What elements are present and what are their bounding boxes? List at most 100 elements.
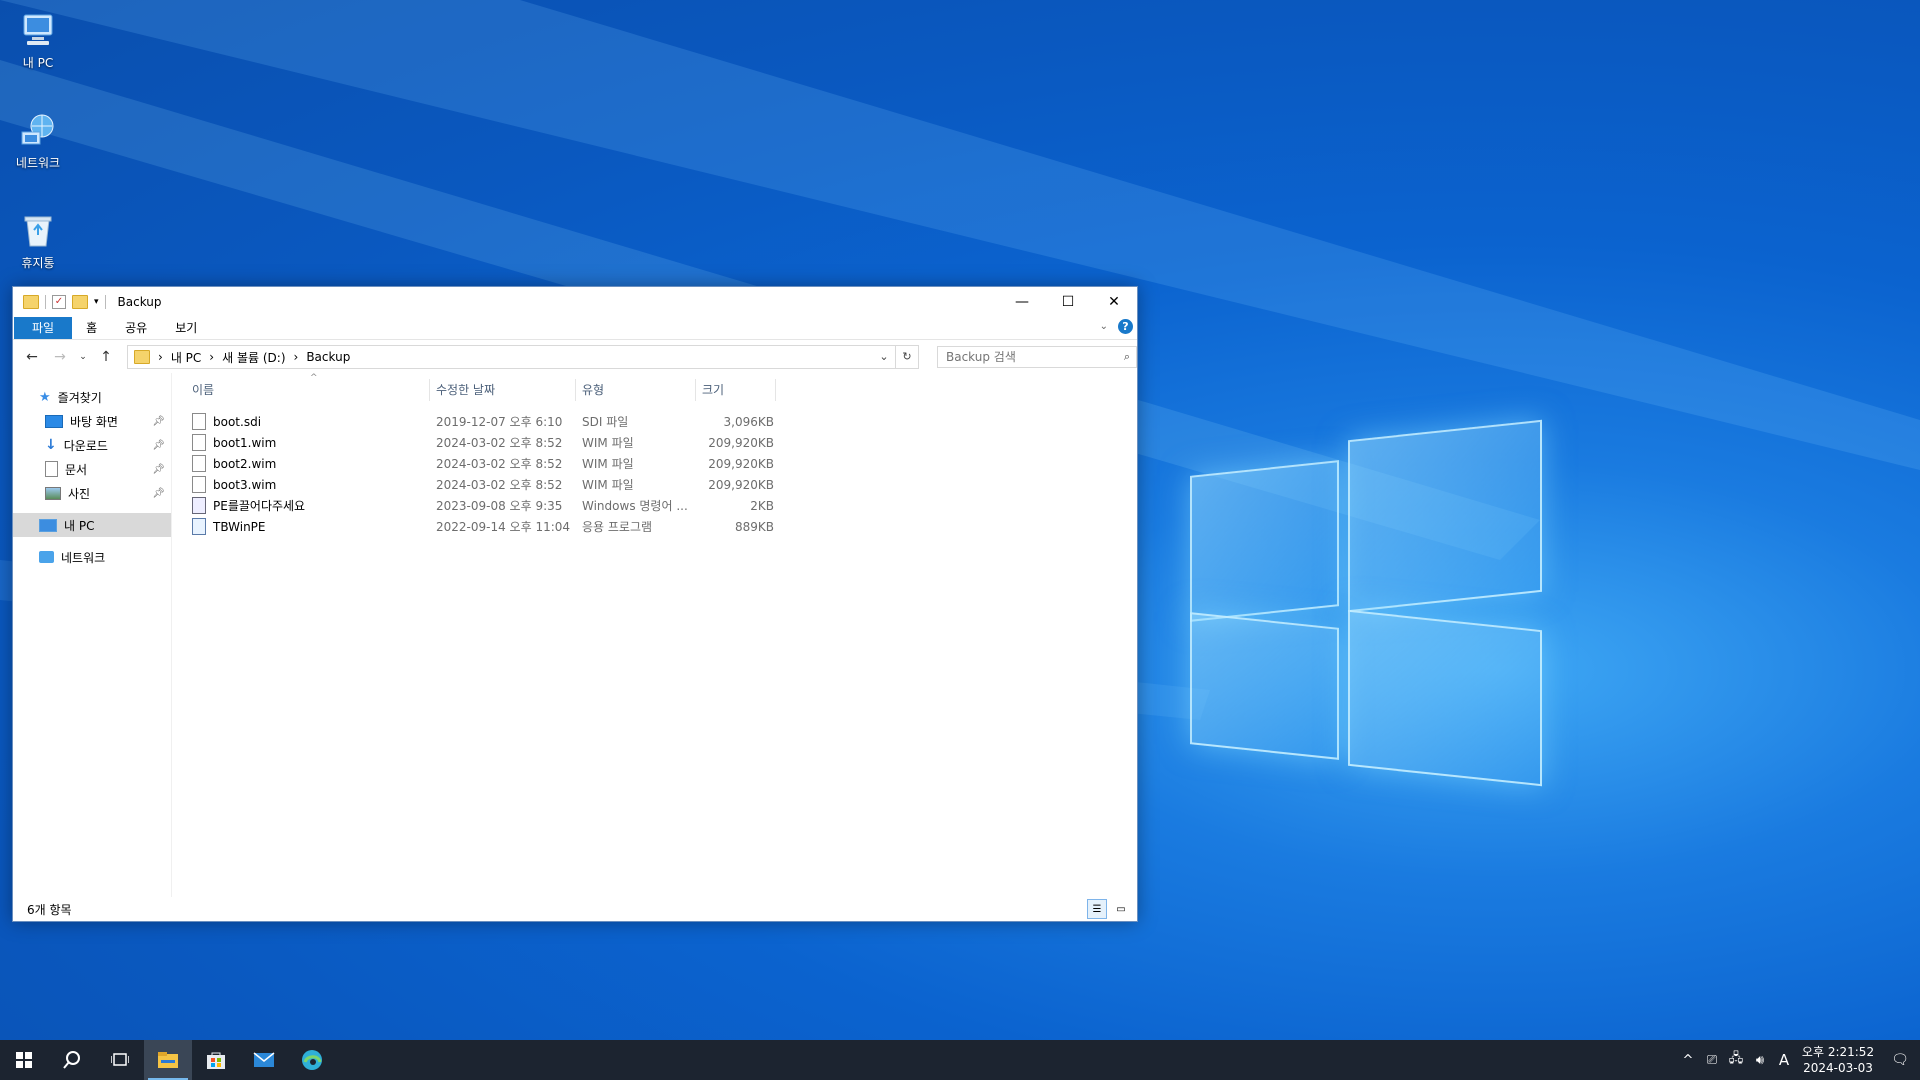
- maximize-button[interactable]: ☐: [1045, 287, 1091, 317]
- mail-icon: [253, 1052, 275, 1067]
- expand-ribbon-icon[interactable]: ⌄: [1100, 321, 1108, 332]
- file-type: 응용 프로그램: [582, 520, 653, 534]
- sidebar-item-quick-access[interactable]: ★ 즐겨찾기: [13, 385, 171, 409]
- help-icon[interactable]: ?: [1118, 319, 1133, 334]
- properties-icon[interactable]: ✓: [52, 295, 66, 309]
- close-button[interactable]: ✕: [1091, 287, 1137, 317]
- desktop-icon-this-pc[interactable]: 내 PC: [10, 10, 66, 71]
- file-row[interactable]: boot.sdi 2019-12-07 오후 6:10 SDI 파일 3,096…: [172, 411, 1137, 432]
- file-icon: [192, 434, 206, 451]
- volume-icon[interactable]: 🔊︎: [1748, 1053, 1772, 1068]
- minimize-button[interactable]: —: [999, 287, 1045, 317]
- taskbar-mail[interactable]: [240, 1040, 288, 1080]
- taskbar-store[interactable]: [192, 1040, 240, 1080]
- pin-icon[interactable]: 📌︎: [152, 488, 165, 499]
- input-method-indicator[interactable]: A: [1772, 1051, 1796, 1069]
- device-icon[interactable]: ⎚: [1700, 1053, 1724, 1068]
- file-date: 2022-09-14 오후 11:04: [436, 520, 571, 534]
- sidebar-item-network[interactable]: 네트워크: [13, 545, 171, 569]
- column-header-date[interactable]: 수정한 날짜: [430, 379, 576, 401]
- folder-icon: [23, 295, 39, 309]
- sidebar-item-downloads[interactable]: ↓ 다운로드 📌︎: [13, 433, 171, 457]
- file-type: WIM 파일: [582, 436, 634, 450]
- breadcrumb-item[interactable]: 새 볼륨 (D:): [222, 349, 285, 366]
- column-header-type[interactable]: 유형: [576, 379, 696, 401]
- column-header-name[interactable]: 이름: [172, 379, 430, 401]
- search-button[interactable]: [48, 1040, 96, 1080]
- task-view-button[interactable]: [96, 1040, 144, 1080]
- pin-icon[interactable]: 📌︎: [152, 416, 165, 427]
- tab-view[interactable]: 보기: [161, 317, 211, 339]
- windows-start-icon: [16, 1052, 32, 1068]
- search-icon[interactable]: ⌕: [1124, 350, 1130, 364]
- chevron-up-icon[interactable]: ^: [1676, 1053, 1700, 1068]
- clock-date: 2024-03-03: [1803, 1061, 1873, 1075]
- file-size: 3,096KB: [723, 414, 774, 429]
- pin-icon[interactable]: 📌︎: [152, 440, 165, 451]
- file-row[interactable]: PE를끌어다주세요 2023-09-08 오후 9:35 Windows 명령어…: [172, 495, 1137, 516]
- sort-ascending-icon: ^: [310, 373, 318, 383]
- pin-icon[interactable]: 📌︎: [152, 464, 165, 475]
- tab-share[interactable]: 공유: [111, 317, 161, 339]
- quick-access-dropdown-icon[interactable]: ▾: [94, 297, 99, 307]
- file-type: WIM 파일: [582, 478, 634, 492]
- large-icons-view-icon[interactable]: ▭: [1111, 899, 1131, 919]
- search-input[interactable]: [944, 349, 1108, 365]
- pictures-icon: [45, 486, 61, 500]
- address-bar[interactable]: › 내 PC › 새 볼륨 (D:) › Backup ⌄ ↻: [127, 345, 919, 369]
- sidebar-item-this-pc[interactable]: 내 PC: [13, 513, 171, 537]
- chevron-right-icon[interactable]: ›: [209, 350, 214, 364]
- sidebar-item-label: 문서: [65, 462, 88, 477]
- sidebar-item-pictures[interactable]: 사진 📌︎: [13, 481, 171, 505]
- details-view-icon[interactable]: ☰: [1087, 899, 1107, 919]
- column-header-size[interactable]: 크기: [696, 379, 776, 401]
- taskbar-file-explorer[interactable]: [144, 1040, 192, 1080]
- ribbon-tabs: 파일 홈 공유 보기 ⌄ ?: [13, 317, 1137, 340]
- recent-locations-icon[interactable]: ⌄: [77, 352, 89, 362]
- file-size: 2KB: [750, 498, 774, 513]
- sidebar-item-label: 내 PC: [64, 518, 95, 533]
- forward-arrow-icon[interactable]: →: [49, 349, 71, 365]
- taskbar: ^ ⎚ 🖧︎ 🔊︎ A 오후 2:21:52 2024-03-03 🗨︎: [0, 1040, 1920, 1080]
- file-row[interactable]: boot1.wim 2024-03-02 오후 8:52 WIM 파일 209,…: [172, 432, 1137, 453]
- documents-icon: [45, 461, 58, 477]
- breadcrumb-item[interactable]: 내 PC: [171, 349, 201, 366]
- desktop-icon-recycle-bin[interactable]: 휴지통: [10, 210, 66, 271]
- tab-file[interactable]: 파일: [14, 317, 73, 339]
- file-row[interactable]: boot3.wim 2024-03-02 오후 8:52 WIM 파일 209,…: [172, 474, 1137, 495]
- store-icon: [207, 1052, 225, 1069]
- file-name: TBWinPE: [213, 519, 266, 534]
- sidebar-item-documents[interactable]: 문서 📌︎: [13, 457, 171, 481]
- command-file-icon: [192, 497, 206, 514]
- chevron-right-icon[interactable]: ›: [294, 350, 299, 364]
- sidebar-item-label: 사진: [68, 486, 91, 501]
- system-tray: ^ ⎚ 🖧︎ 🔊︎ A 오후 2:21:52 2024-03-03 🗨︎: [1676, 1040, 1920, 1080]
- sidebar-item-desktop[interactable]: 바탕 화면 📌︎: [13, 409, 171, 433]
- title-bar[interactable]: ✓ ▾ Backup — ☐ ✕: [13, 287, 1137, 317]
- refresh-icon[interactable]: ↻: [895, 346, 918, 368]
- address-dropdown-icon[interactable]: ⌄: [873, 346, 895, 368]
- folder-icon: [134, 350, 150, 364]
- status-bar: 6개 항목 ☰ ▭: [13, 897, 1137, 921]
- file-row[interactable]: boot2.wim 2024-03-02 오후 8:52 WIM 파일 209,…: [172, 453, 1137, 474]
- desktop-icon-network[interactable]: 네트워크: [10, 110, 66, 171]
- file-date: 2019-12-07 오후 6:10: [436, 415, 563, 429]
- clock[interactable]: 오후 2:21:52 2024-03-03: [1796, 1044, 1880, 1076]
- network-status-icon[interactable]: 🖧︎: [1724, 1049, 1748, 1071]
- file-date: 2024-03-02 오후 8:52: [436, 478, 563, 492]
- sidebar-item-label: 다운로드: [63, 438, 108, 453]
- breadcrumb-item[interactable]: Backup: [306, 350, 350, 364]
- search-box[interactable]: ⌕: [937, 346, 1137, 368]
- new-folder-icon[interactable]: [72, 295, 88, 309]
- tab-home[interactable]: 홈: [72, 317, 111, 339]
- back-arrow-icon[interactable]: ←: [21, 349, 43, 365]
- notifications-icon[interactable]: 🗨︎: [1880, 1052, 1920, 1068]
- up-arrow-icon[interactable]: ↑: [95, 349, 117, 365]
- file-row[interactable]: TBWinPE 2022-09-14 오후 11:04 응용 프로그램 889K…: [172, 516, 1137, 537]
- file-size: 209,920KB: [708, 456, 774, 471]
- chevron-right-icon[interactable]: ›: [158, 350, 163, 364]
- application-icon: [192, 518, 206, 535]
- start-button[interactable]: [0, 1040, 48, 1080]
- navigation-bar: ← → ⌄ ↑ › 내 PC › 새 볼륨 (D:) › Backup ⌄ ↻ …: [13, 340, 1137, 374]
- taskbar-edge[interactable]: [288, 1040, 336, 1080]
